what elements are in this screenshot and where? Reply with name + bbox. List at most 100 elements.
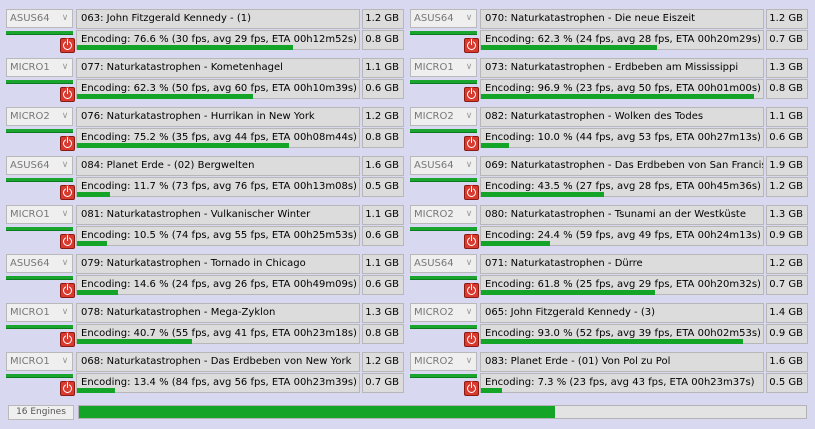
job-title: 079: Naturkatastrophen - Tornado in Chic… xyxy=(76,254,360,274)
host-select-value: MICRO2 xyxy=(414,209,454,220)
host-select[interactable]: MICRO1 ∨ xyxy=(6,205,73,224)
stop-button[interactable] xyxy=(464,332,479,347)
job-info: 078: Naturkatastrophen - Mega-Zyklon 1.3 … xyxy=(76,303,404,348)
job-title: 080: Naturkatastrophen - Tsunami an der … xyxy=(480,205,764,225)
chevron-down-icon: ∨ xyxy=(61,13,69,23)
host-select-value: MICRO2 xyxy=(414,356,454,367)
job-panel: MICRO1 ∨ 078: Naturkatastrophen - Mega-Zyk… xyxy=(6,303,404,348)
job-progress-bar xyxy=(76,143,360,149)
job-controls: MICRO2 ∨ xyxy=(410,303,480,348)
power-icon xyxy=(467,88,476,99)
host-select[interactable]: MICRO1 ∨ xyxy=(6,303,73,322)
job-progress-bar xyxy=(76,45,360,51)
job-title: 071: Naturkatastrophen - Dürre xyxy=(480,254,764,274)
power-icon xyxy=(63,382,72,393)
stop-button[interactable] xyxy=(60,185,75,200)
job-progress-bar xyxy=(76,290,360,296)
stop-button[interactable] xyxy=(464,87,479,102)
job-progress-bar xyxy=(76,241,360,247)
host-select[interactable]: MICRO1 ∨ xyxy=(6,58,73,77)
job-panel: ASUS64 ∨ 084: Planet Erde - (02) Bergwelte… xyxy=(6,156,404,201)
stop-button[interactable] xyxy=(464,136,479,151)
host-select[interactable]: MICRO2 ∨ xyxy=(410,107,477,126)
job-panel: MICRO1 ∨ 077: Naturkatastrophen - Kometenh… xyxy=(6,58,404,103)
stop-button[interactable] xyxy=(60,136,75,151)
source-size: 1.3 GB xyxy=(766,58,808,78)
output-size: 0.8 GB xyxy=(362,324,404,344)
source-size: 1.2 GB xyxy=(766,254,808,274)
host-select-value: ASUS64 xyxy=(414,13,454,24)
host-select-value: MICRO1 xyxy=(414,62,454,73)
stop-button[interactable] xyxy=(464,185,479,200)
source-size: 1.2 GB xyxy=(362,352,404,372)
job-title: 077: Naturkatastrophen - Kometenhagel xyxy=(76,58,360,78)
host-status-bar xyxy=(6,374,73,378)
host-select[interactable]: ASUS64 ∨ xyxy=(410,254,477,273)
engines-button[interactable]: 16 Engines xyxy=(8,405,74,420)
job-panel: ASUS64 ∨ 069: Naturkatastrophen - Das Erdb… xyxy=(410,156,808,201)
host-select[interactable]: ASUS64 ∨ xyxy=(410,9,477,28)
source-size: 1.2 GB xyxy=(766,9,808,29)
job-info: 073: Naturkatastrophen - Erdbeben am Mis… xyxy=(480,58,808,103)
output-size: 0.6 GB xyxy=(362,226,404,246)
source-size: 1.4 GB xyxy=(766,303,808,323)
job-info: 069: Naturkatastrophen - Das Erdbeben vo… xyxy=(480,156,808,201)
host-select-value: MICRO1 xyxy=(10,356,50,367)
job-info: 082: Naturkatastrophen - Wolken des Tode… xyxy=(480,107,808,152)
chevron-down-icon: ∨ xyxy=(61,307,69,317)
host-select[interactable]: MICRO2 ∨ xyxy=(410,303,477,322)
host-select[interactable]: MICRO1 ∨ xyxy=(410,58,477,77)
host-status-bar xyxy=(410,374,477,378)
host-select[interactable]: ASUS64 ∨ xyxy=(6,156,73,175)
host-select[interactable]: ASUS64 ∨ xyxy=(6,9,73,28)
job-title: 063: John Fitzgerald Kennedy - (1) xyxy=(76,9,360,29)
stop-button[interactable] xyxy=(60,283,75,298)
jobs-grid: ASUS64 ∨ 063: John Fitzgerald Kennedy - (1… xyxy=(6,9,809,397)
stop-button[interactable] xyxy=(60,332,75,347)
stop-button[interactable] xyxy=(464,381,479,396)
total-progress-bar xyxy=(78,405,807,419)
job-controls: ASUS64 ∨ xyxy=(410,9,480,54)
host-status-bar xyxy=(6,227,73,231)
job-progress-fill xyxy=(77,241,107,246)
power-icon xyxy=(63,39,72,50)
job-controls: MICRO1 ∨ xyxy=(6,205,76,250)
chevron-down-icon: ∨ xyxy=(465,62,473,72)
host-status-bar xyxy=(410,276,477,280)
host-select[interactable]: MICRO2 ∨ xyxy=(410,352,477,371)
host-select-value: MICRO1 xyxy=(10,62,50,73)
job-info: 079: Naturkatastrophen - Tornado in Chic… xyxy=(76,254,404,299)
job-controls: MICRO1 ∨ xyxy=(6,58,76,103)
stop-button[interactable] xyxy=(60,381,75,396)
power-icon xyxy=(467,382,476,393)
source-size: 1.9 GB xyxy=(766,156,808,176)
power-icon xyxy=(467,333,476,344)
host-status-bar xyxy=(410,227,477,231)
stop-button[interactable] xyxy=(60,87,75,102)
stop-button[interactable] xyxy=(60,234,75,249)
job-progress-fill xyxy=(481,45,657,50)
host-select[interactable]: ASUS64 ∨ xyxy=(6,254,73,273)
host-status-bar xyxy=(6,129,73,133)
output-size: 0.7 GB xyxy=(766,275,808,295)
job-progress-fill xyxy=(481,241,550,246)
host-status-bar xyxy=(410,129,477,133)
host-select-value: MICRO1 xyxy=(10,209,50,220)
job-progress-bar xyxy=(76,94,360,100)
host-select[interactable]: ASUS64 ∨ xyxy=(410,156,477,175)
job-panel: MICRO2 ∨ 076: Naturkatastrophen - Hurrikan… xyxy=(6,107,404,152)
job-progress-bar xyxy=(480,241,764,247)
host-select[interactable]: MICRO2 ∨ xyxy=(410,205,477,224)
stop-button[interactable] xyxy=(60,38,75,53)
host-select[interactable]: MICRO1 ∨ xyxy=(6,352,73,371)
job-info: 077: Naturkatastrophen - Kometenhagel 1.1… xyxy=(76,58,404,103)
job-info: 083: Planet Erde - (01) Von Pol zu Pol 1.… xyxy=(480,352,808,397)
stop-button[interactable] xyxy=(464,283,479,298)
stop-button[interactable] xyxy=(464,38,479,53)
job-panel: MICRO1 ∨ 068: Naturkatastrophen - Das Erdb… xyxy=(6,352,404,397)
stop-button[interactable] xyxy=(464,234,479,249)
source-size: 1.3 GB xyxy=(362,303,404,323)
job-info: 071: Naturkatastrophen - Dürre 1.2 GB Enco… xyxy=(480,254,808,299)
host-select[interactable]: MICRO2 ∨ xyxy=(6,107,73,126)
output-size: 0.9 GB xyxy=(766,226,808,246)
